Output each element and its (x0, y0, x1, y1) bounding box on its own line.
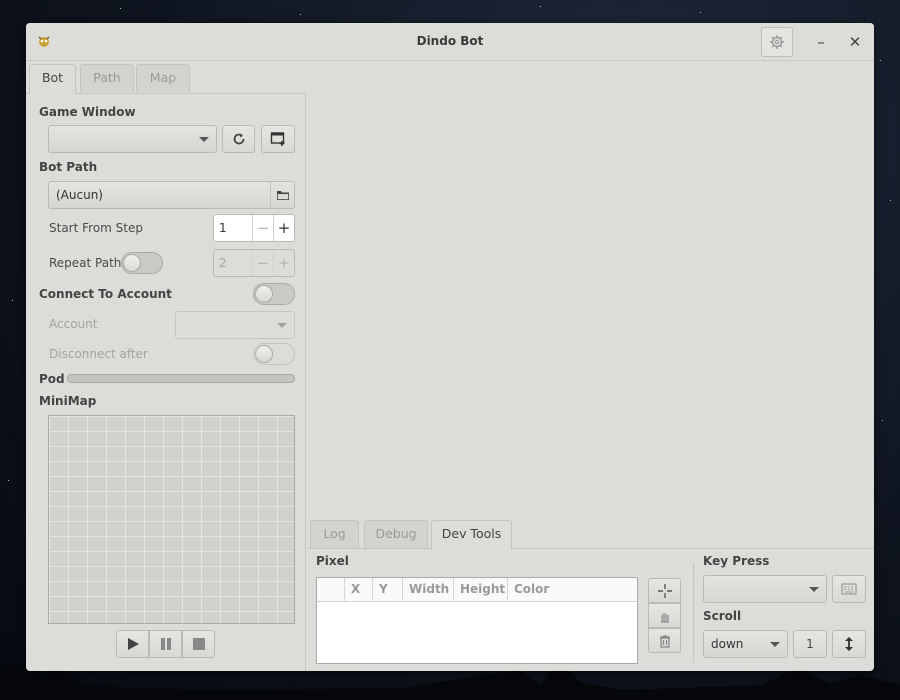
settings-button[interactable] (761, 27, 793, 57)
tab-dev-tools[interactable]: Dev Tools (431, 520, 512, 550)
repeat-path-label: Repeat Path (49, 256, 122, 270)
delete-button[interactable] (648, 628, 681, 653)
bot-path-label: Bot Path (39, 160, 98, 174)
bot-path-field[interactable]: (Aucun) (48, 181, 295, 209)
key-press-label: Key Press (703, 554, 770, 568)
tab-debug[interactable]: Debug (364, 520, 428, 548)
tab-bot[interactable]: Bot (29, 64, 76, 94)
start-from-step-spinner[interactable]: 1 − + (213, 214, 295, 242)
key-press-select[interactable] (703, 575, 827, 603)
game-window-select[interactable] (48, 125, 217, 153)
increment-button[interactable]: + (273, 215, 294, 241)
vertical-arrows-icon (845, 637, 853, 651)
scroll-label: Scroll (703, 609, 742, 623)
chevron-down-icon (809, 587, 819, 592)
chevron-down-icon (770, 642, 780, 647)
scroll-count-input[interactable]: 1 (793, 630, 827, 658)
hand-pointer-icon (660, 612, 669, 623)
game-window-label: Game Window (39, 105, 136, 119)
tab-path[interactable]: Path (80, 64, 134, 92)
panel-divider (693, 563, 694, 663)
decrement-button[interactable]: − (252, 215, 273, 241)
refresh-icon (233, 133, 244, 145)
gear-icon (770, 35, 784, 49)
close-button[interactable]: ✕ (845, 32, 865, 52)
chevron-down-icon (199, 137, 209, 142)
repeat-path-spinner: 2 − + (213, 249, 295, 277)
column-header-height[interactable]: Height (454, 578, 508, 602)
decrement-button: − (252, 250, 273, 276)
disconnect-after-switch (253, 343, 295, 365)
send-key-button[interactable] (832, 575, 866, 603)
simulate-click-button[interactable] (648, 603, 681, 628)
window-title: Dindo Bot (416, 34, 484, 48)
connect-to-account-switch[interactable] (253, 283, 295, 305)
new-window-icon (270, 132, 285, 146)
refresh-button[interactable] (222, 125, 255, 153)
column-header-y[interactable]: Y (373, 578, 403, 602)
column-header-color[interactable]: Color (508, 578, 637, 602)
play-button[interactable] (116, 630, 149, 658)
play-icon (127, 638, 139, 650)
start-from-step-label: Start From Step (49, 221, 143, 235)
pod-label: Pod (39, 372, 65, 386)
close-icon: ✕ (848, 33, 862, 51)
browse-path-button[interactable] (270, 182, 294, 208)
pod-progress-bar (67, 374, 295, 383)
minimize-button[interactable]: – (811, 32, 831, 52)
dev-tools-panel: Pixel X Y Width Height Color Key Press S… (307, 548, 874, 671)
bot-panel: Game Window Bot Path (Aucun) Start From … (26, 93, 306, 671)
chevron-down-icon (277, 323, 287, 328)
minimap-label: MiniMap (39, 394, 97, 408)
pixel-label: Pixel (316, 554, 349, 568)
stop-button[interactable] (182, 630, 215, 658)
increment-button: + (273, 250, 294, 276)
account-label: Account (49, 317, 98, 331)
connect-to-account-label: Connect To Account (39, 287, 172, 301)
scroll-direction-select[interactable]: down (703, 630, 788, 658)
disconnect-after-label: Disconnect after (49, 347, 148, 361)
title-bar: Dindo Bot – ✕ (26, 23, 874, 61)
crosshair-icon (657, 583, 672, 598)
folder-icon (276, 191, 289, 200)
stop-icon (192, 638, 205, 650)
pause-button[interactable] (149, 630, 182, 658)
minimap-grid[interactable] (48, 415, 295, 624)
pixel-table[interactable]: X Y Width Height Color (316, 577, 638, 664)
trash-icon (659, 634, 670, 648)
bot-path-value: (Aucun) (56, 188, 103, 202)
minimize-icon: – (817, 33, 825, 51)
pause-icon (160, 638, 171, 650)
tab-map[interactable]: Map (136, 64, 190, 92)
column-header-width[interactable]: Width (403, 578, 454, 602)
table-header: X Y Width Height Color (317, 578, 637, 602)
main-window: Dindo Bot – ✕ Bot Path Map Game Window B… (26, 23, 874, 671)
keyboard-icon (841, 583, 857, 595)
repeat-path-switch[interactable] (121, 252, 163, 274)
scroll-button[interactable] (832, 630, 866, 658)
column-header[interactable] (317, 578, 345, 602)
pick-pixel-button[interactable] (648, 578, 681, 603)
column-header-x[interactable]: X (345, 578, 373, 602)
tab-log[interactable]: Log (310, 520, 359, 548)
new-window-button[interactable] (261, 125, 295, 153)
account-select (175, 311, 295, 339)
